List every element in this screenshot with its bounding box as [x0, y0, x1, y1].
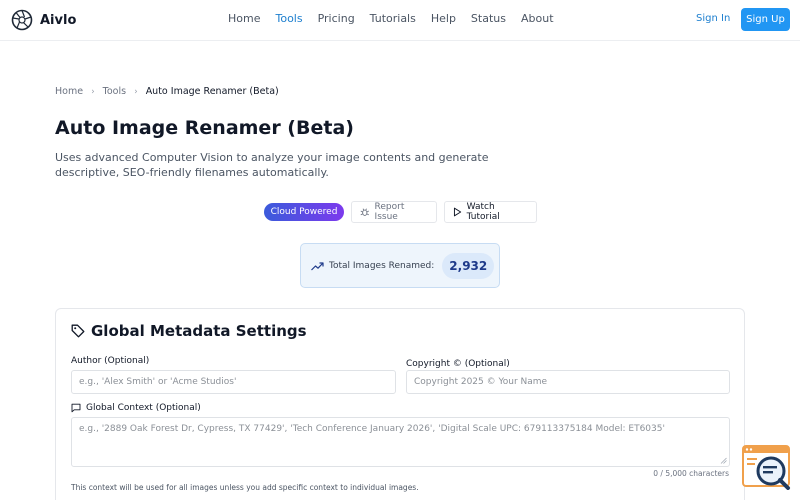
nav-help[interactable]: Help: [431, 12, 456, 25]
chevron-right-icon: ›: [91, 86, 95, 97]
sign-up-button[interactable]: Sign Up: [741, 8, 790, 31]
chevron-right-icon: ›: [134, 86, 138, 97]
settings-title: Global Metadata Settings: [71, 322, 307, 340]
nav-tutorials[interactable]: Tutorials: [370, 12, 416, 25]
breadcrumb-tools[interactable]: Tools: [103, 86, 126, 97]
nav-tools[interactable]: Tools: [275, 12, 302, 25]
global-context-textarea[interactable]: [71, 417, 730, 467]
top-navigation-bar: Aivlo Home Tools Pricing Tutorials Help …: [0, 0, 800, 41]
page-description: Uses advanced Computer Vision to analyze…: [55, 151, 489, 179]
play-icon: [453, 207, 462, 217]
author-input[interactable]: [71, 370, 396, 394]
watch-tutorial-button[interactable]: Watch Tutorial: [444, 201, 537, 223]
nav-pricing[interactable]: Pricing: [318, 12, 355, 25]
chat-support-widget[interactable]: [742, 445, 792, 490]
brand-name: Aivlo: [40, 12, 77, 28]
report-issue-label: Report Issue: [374, 202, 405, 222]
nav-about[interactable]: About: [521, 12, 554, 25]
context-help-text: This context will be used for all images…: [71, 483, 419, 492]
global-context-label-text: Global Context (Optional): [86, 403, 201, 413]
cloud-powered-badge: Cloud Powered: [264, 203, 344, 221]
chat-search-widget-icon: [742, 445, 790, 490]
global-context-label: Global Context (Optional): [71, 403, 201, 413]
main-nav: Home Tools Pricing Tutorials Help Status…: [228, 12, 554, 25]
watch-tutorial-label: Watch Tutorial: [466, 202, 500, 222]
trending-up-icon: [311, 261, 324, 270]
resize-handle-icon[interactable]: [720, 457, 727, 464]
character-counter: 0 / 5,000 characters: [653, 469, 729, 478]
nav-home[interactable]: Home: [228, 12, 260, 25]
copyright-label: Copyright © (Optional): [406, 359, 510, 369]
page-title: Auto Image Renamer (Beta): [55, 117, 354, 139]
nav-status[interactable]: Status: [471, 12, 506, 25]
report-issue-button[interactable]: Report Issue: [351, 201, 437, 223]
breadcrumb-current: Auto Image Renamer (Beta): [145, 86, 279, 97]
global-metadata-settings-card: Global Metadata Settings Author (Optiona…: [55, 308, 745, 500]
bug-icon: [360, 208, 369, 216]
sign-in-link[interactable]: Sign In: [696, 13, 730, 24]
breadcrumb-home[interactable]: Home: [55, 86, 83, 97]
tag-icon: [71, 324, 85, 338]
total-renamed-stat: Total Images Renamed: 2,932: [300, 243, 500, 288]
author-label: Author (Optional): [71, 356, 150, 366]
breadcrumb: Home › Tools › Auto Image Renamer (Beta): [55, 86, 279, 97]
stat-label: Total Images Renamed:: [329, 260, 435, 271]
copyright-input[interactable]: [406, 370, 730, 394]
stat-value: 2,932: [442, 252, 495, 279]
settings-title-text: Global Metadata Settings: [91, 322, 307, 340]
aperture-logo-icon: [11, 9, 33, 31]
message-square-icon: [71, 403, 81, 413]
brand-logo-link[interactable]: Aivlo: [11, 9, 76, 31]
